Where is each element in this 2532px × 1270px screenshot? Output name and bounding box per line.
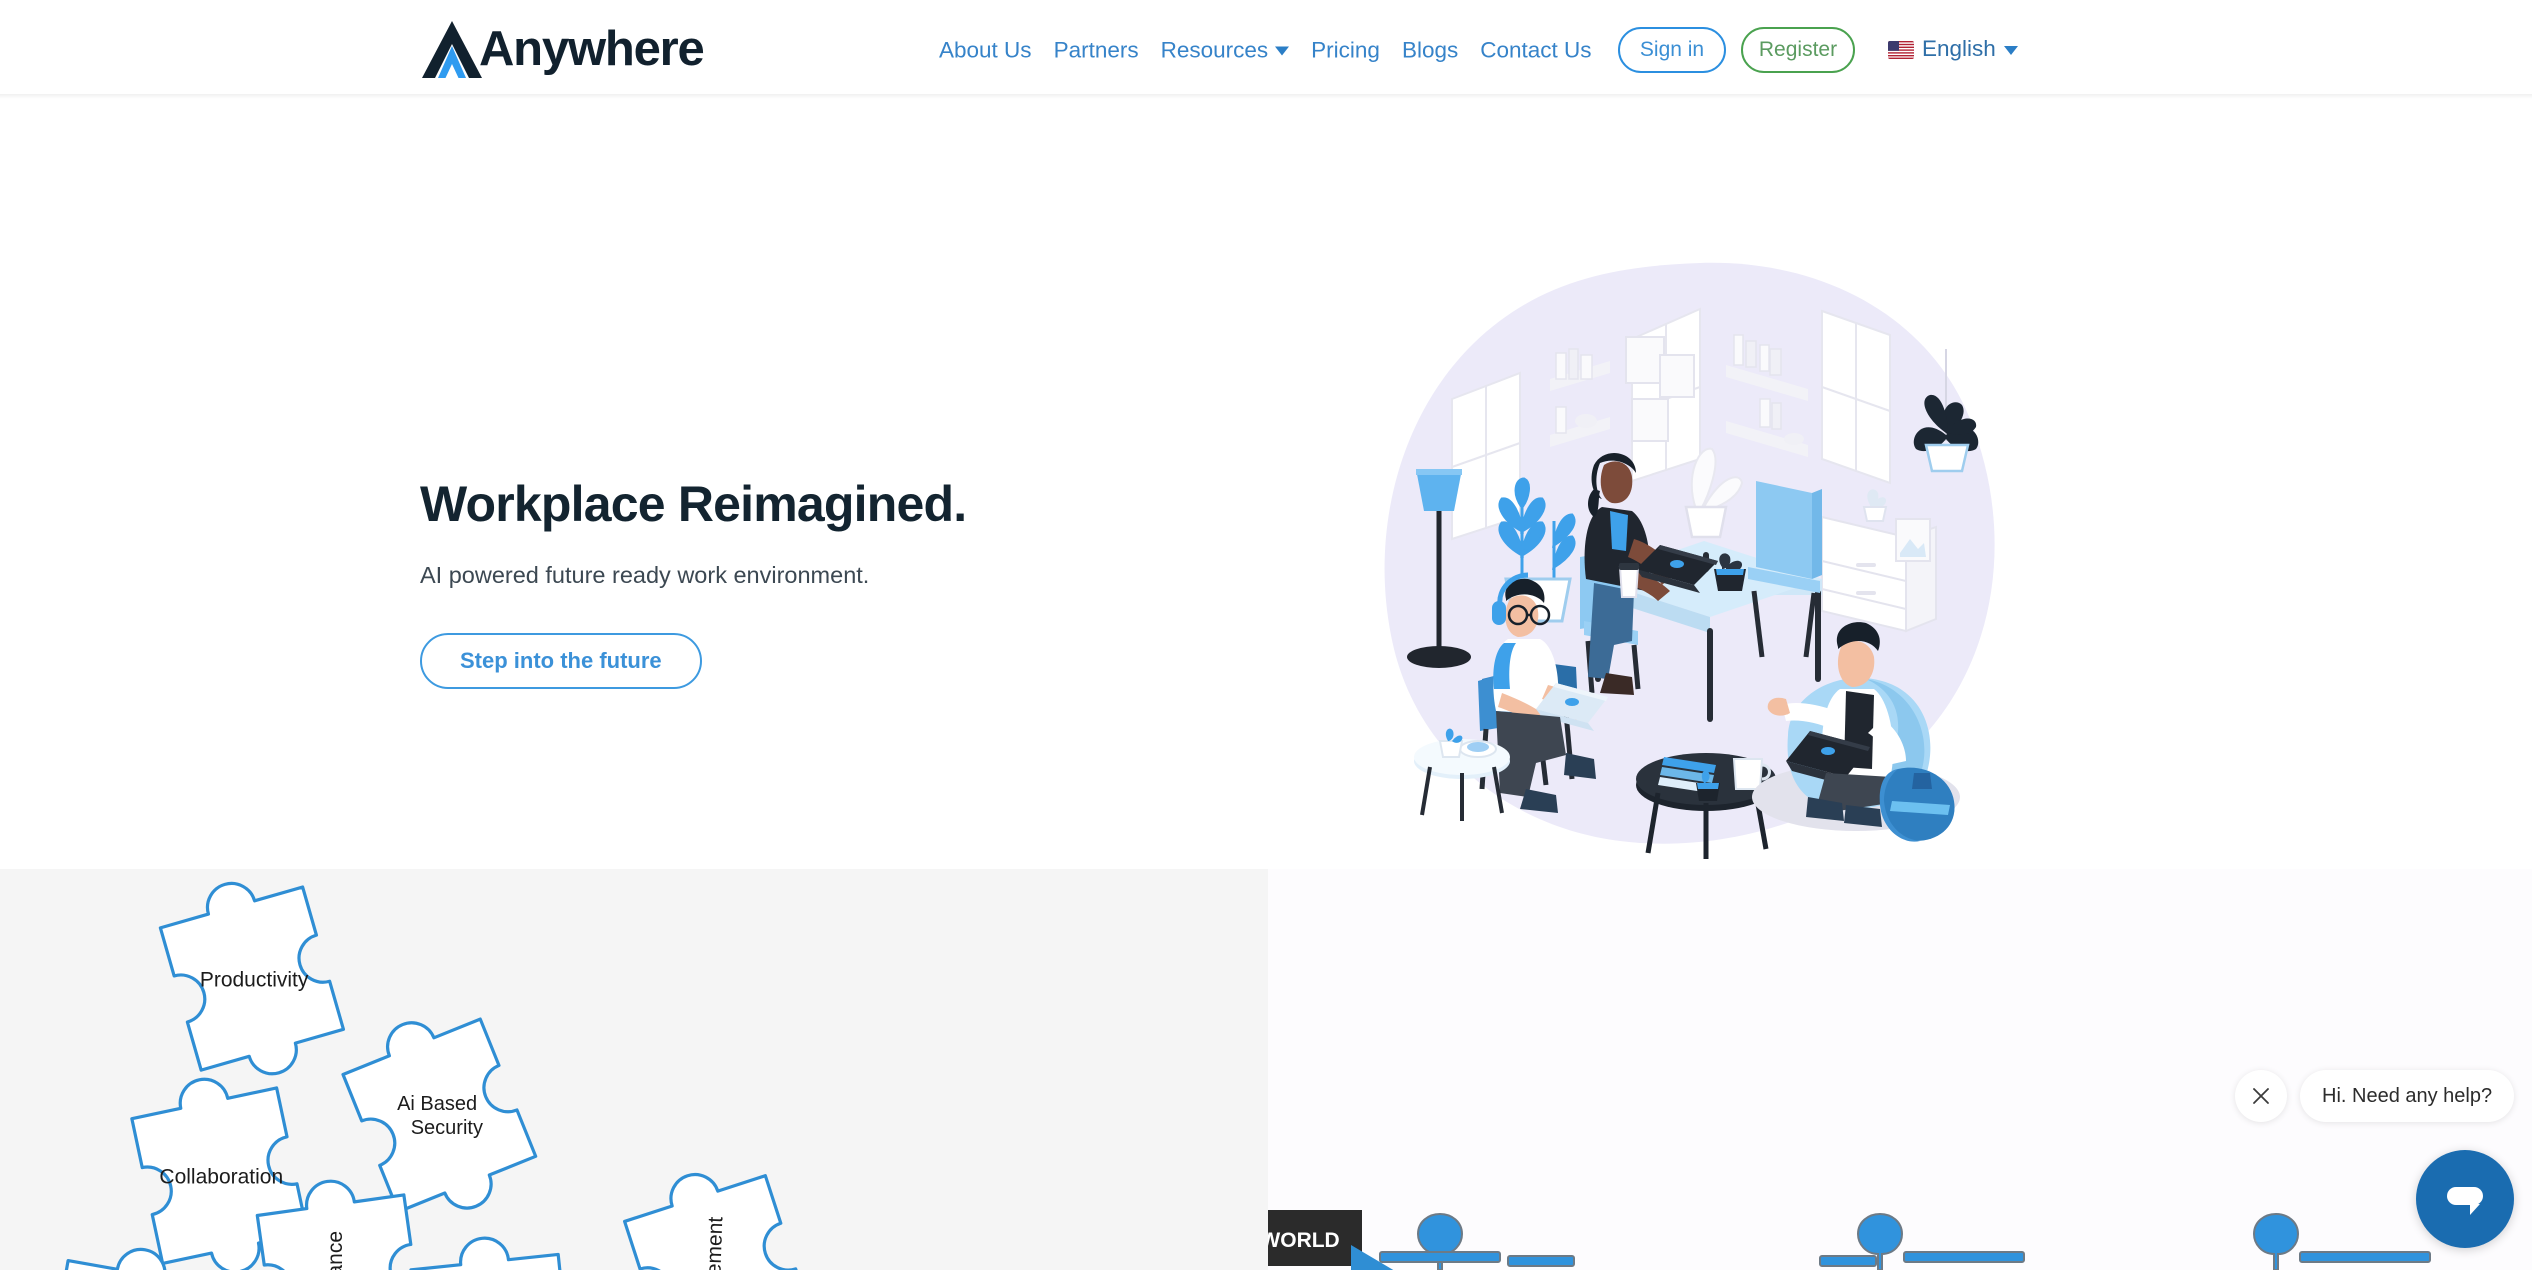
chevron-down-icon	[2003, 46, 2018, 55]
puzzle-label-ai-based-security: Ai Based	[397, 1093, 477, 1115]
chat-bubble-icon	[2442, 1176, 2488, 1222]
nav-item-blogs[interactable]: Blogs	[1391, 36, 1469, 63]
nav-item-partners[interactable]: Partners	[1043, 36, 1150, 63]
nav-label: About Us	[939, 37, 1032, 62]
nav-item-resources[interactable]: Resources	[1150, 36, 1301, 63]
hero-subtitle: AI powered future ready work environment…	[420, 561, 870, 588]
puzzle-label-compliance: Compliance	[324, 1231, 347, 1270]
close-icon	[2251, 1086, 2271, 1106]
chat-launcher-button[interactable]	[2416, 1150, 2514, 1248]
chat-widget: Hi. Need any help?	[2200, 1060, 2532, 1270]
nav-item-contact-us[interactable]: Contact Us	[1469, 36, 1602, 63]
site-header: Anywhere About Us Partners Resources Pri…	[0, 0, 2532, 99]
nav-item-about-us[interactable]: About Us	[928, 36, 1043, 63]
brand-logo[interactable]: Anywhere	[419, 19, 705, 81]
nav-label: Resources	[1160, 37, 1269, 62]
nav-label: Contact Us	[1480, 37, 1592, 62]
old-vs-new-section: Productivity Collaboration Ai Based Secu…	[0, 869, 2532, 1270]
us-flag-icon	[1888, 40, 1914, 59]
chat-greeting-bubble[interactable]: Hi. Need any help?	[2300, 1070, 2515, 1122]
chat-close-button[interactable]	[2235, 1070, 2287, 1122]
language-label: English	[1922, 36, 1996, 62]
language-selector[interactable]: English	[1888, 38, 2018, 61]
puzzle-pieces-illustration: Productivity Collaboration Ai Based Secu…	[0, 869, 1268, 1270]
nav-item-pricing[interactable]: Pricing	[1300, 36, 1391, 63]
header-actions: Sign in Register English	[1618, 26, 2018, 73]
mountain-chevron-logo-icon	[419, 19, 482, 81]
old-world-panel: Productivity Collaboration Ai Based Secu…	[0, 869, 1268, 1270]
step-into-the-future-button[interactable]: Step into the future	[420, 633, 702, 690]
chevron-down-icon	[1275, 46, 1290, 56]
nav-label: Partners	[1053, 37, 1139, 62]
register-button[interactable]: Register	[1741, 26, 1855, 73]
hero-section: Workplace Reimagined. AI powered future …	[0, 99, 2532, 906]
main-navigation: About Us Partners Resources Pricing Blog…	[928, 36, 1603, 63]
isometric-office-coworking-illustration	[1370, 249, 2020, 869]
puzzle-label-engagement: Engagement	[700, 1216, 727, 1270]
puzzle-label-productivity: Productivity	[200, 968, 309, 991]
hero-copy: Workplace Reimagined. AI powered future …	[420, 476, 1180, 690]
nav-label: Blogs	[1401, 37, 1459, 62]
hero-title: Workplace Reimagined.	[420, 476, 967, 532]
nav-label: Pricing	[1311, 37, 1380, 62]
sign-in-button[interactable]: Sign in	[1618, 26, 1726, 73]
puzzle-label-collaboration: Collaboration	[159, 1166, 283, 1189]
brand-name: Anywhere	[479, 22, 705, 76]
svg-text:Security: Security	[411, 1117, 483, 1139]
chat-greeting-text: Hi. Need any help?	[2322, 1085, 2493, 1107]
